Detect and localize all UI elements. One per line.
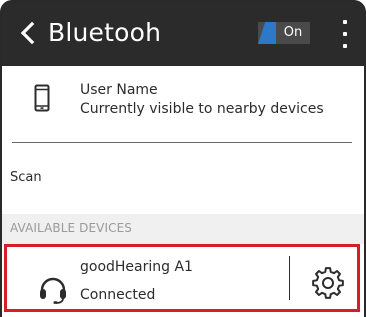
- headset-icon: [40, 277, 66, 304]
- device-name: goodHearing A1: [80, 259, 193, 275]
- back-button[interactable]: [14, 14, 40, 52]
- device-row-separator: [289, 256, 290, 300]
- device-connection-status: Connected: [80, 287, 156, 303]
- gear-icon-hub: [322, 277, 334, 289]
- device-settings-button[interactable]: [311, 266, 345, 300]
- visibility-status: Currently visible to nearby devices: [80, 101, 324, 117]
- available-devices-header: AVAILABLE DEVICES: [10, 221, 132, 235]
- more-vertical-icon-dot: [343, 20, 347, 24]
- overflow-menu-button[interactable]: [336, 18, 354, 50]
- divider: [12, 142, 352, 143]
- more-vertical-icon-dot: [343, 32, 347, 36]
- scan-button[interactable]: Scan: [10, 168, 42, 188]
- chevron-left-icon: [20, 21, 35, 45]
- bluetooth-screen: Bluetooh On User Name Currently visible …: [0, 0, 366, 317]
- toggle-label: On: [283, 25, 303, 40]
- page-title: Bluetooh: [48, 18, 162, 47]
- smartphone-icon: [34, 84, 50, 112]
- gear-icon-outline: [312, 267, 344, 299]
- more-vertical-icon-dot: [343, 44, 347, 48]
- user-name: User Name: [80, 82, 158, 98]
- bluetooth-toggle[interactable]: On: [258, 22, 310, 44]
- gear-icon: [312, 267, 344, 299]
- toggle-accent: [258, 22, 276, 44]
- app-bar: Bluetooh On: [0, 0, 366, 66]
